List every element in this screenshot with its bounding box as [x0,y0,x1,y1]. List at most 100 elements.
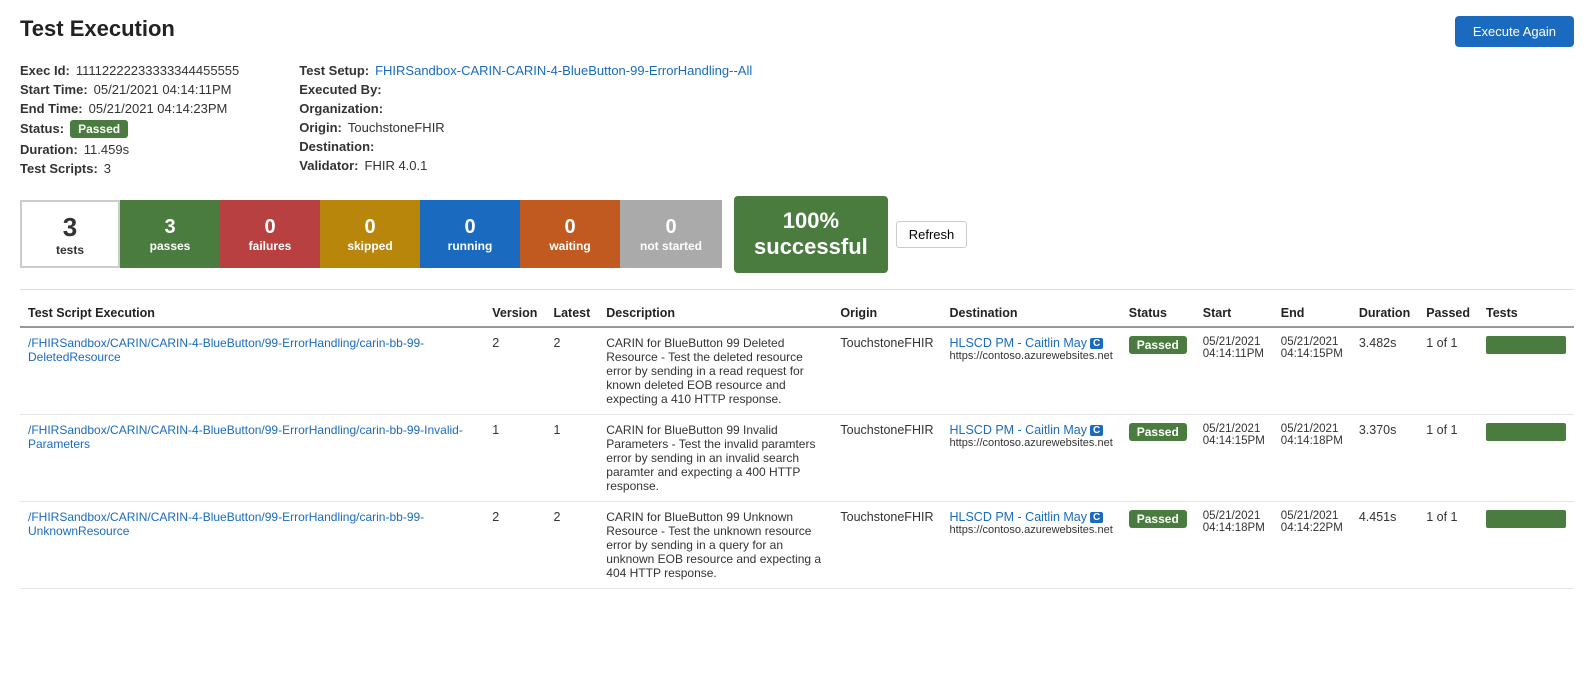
cell-latest: 2 [545,327,598,415]
test-setup-link[interactable]: FHIRSandbox-CARIN-CARIN-4-BlueButton-99-… [375,63,752,78]
progress-bar [1486,336,1566,354]
cell-version: 2 [484,327,545,415]
cell-latest: 2 [545,501,598,588]
passes-label: passes [150,239,191,253]
script-link[interactable]: /FHIRSandbox/CARIN/CARIN-4-BlueButton/99… [28,510,424,538]
test-setup-label: Test Setup: [299,63,369,78]
cell-end: 05/21/2021 04:14:18PM [1273,414,1351,501]
col-origin: Origin [832,300,941,327]
cell-version: 2 [484,501,545,588]
col-version: Version [484,300,545,327]
col-passed: Passed [1418,300,1478,327]
cell-origin: TouchstoneFHIR [832,501,941,588]
cell-tests [1478,327,1574,415]
cell-destination: HLSCD PM - Caitlin MayChttps://contoso.a… [941,501,1120,588]
start-time-value: 05/21/2021 04:14:11PM [94,82,232,97]
cell-start: 05/21/2021 04:14:15PM [1195,414,1273,501]
header-row: Test Execution Execute Again [20,16,1574,47]
table-header-row: Test Script Execution Version Latest Des… [20,300,1574,327]
refresh-button[interactable]: Refresh [896,221,968,248]
stats-bar: 3 tests 3 passes 0 failures 0 skipped 0 … [20,196,1574,273]
results-table: Test Script Execution Version Latest Des… [20,300,1574,589]
cell-description: CARIN for BlueButton 99 Deleted Resource… [598,327,832,415]
running-label: running [448,239,493,253]
cell-version: 1 [484,414,545,501]
cell-latest: 1 [545,414,598,501]
status-badge: Passed [70,120,128,138]
stat-skipped: 0 skipped [320,200,420,268]
cell-origin: TouchstoneFHIR [832,327,941,415]
script-link[interactable]: /FHIRSandbox/CARIN/CARIN-4-BlueButton/99… [28,336,424,364]
cell-duration: 3.370s [1351,414,1418,501]
table-row: /FHIRSandbox/CARIN/CARIN-4-BlueButton/99… [20,501,1574,588]
col-duration: Duration [1351,300,1418,327]
cell-passed: 1 of 1 [1418,414,1478,501]
col-end: End [1273,300,1351,327]
execute-again-button[interactable]: Execute Again [1455,16,1574,47]
organization-row: Organization: [299,101,752,116]
page-container: Test Execution Execute Again Exec Id: 11… [0,0,1594,605]
table-header: Test Script Execution Version Latest Des… [20,300,1574,327]
end-time-value: 05/21/2021 04:14:23PM [89,101,228,116]
meta-left: Exec Id: 11112222233333344455555 Start T… [20,63,239,176]
origin-row: Origin: TouchstoneFHIR [299,120,752,135]
progress-bar [1486,510,1566,528]
origin-value: TouchstoneFHIR [348,120,445,135]
duration-label: Duration: [20,142,78,157]
col-tests: Tests [1478,300,1574,327]
duration-row: Duration: 11.459s [20,142,239,157]
cell-end: 05/21/2021 04:14:22PM [1273,501,1351,588]
progress-bar [1486,423,1566,441]
stat-waiting: 0 waiting [520,200,620,268]
c-badge: C [1090,425,1103,436]
stat-running: 0 running [420,200,520,268]
notstarted-num: 0 [665,216,676,239]
notstarted-label: not started [640,239,702,253]
cell-destination: HLSCD PM - Caitlin MayChttps://contoso.a… [941,414,1120,501]
dest-url: https://contoso.azurewebsites.net [949,350,1112,362]
cell-status: Passed [1121,414,1195,501]
skipped-label: skipped [347,239,392,253]
exec-id-value: 11112222233333344455555 [76,63,239,78]
dest-link[interactable]: HLSCD PM - Caitlin May [949,423,1087,437]
stat-total: 3 tests [20,200,120,268]
validator-value: FHIR 4.0.1 [365,158,428,173]
stat-passes: 3 passes [120,200,220,268]
destination-label: Destination: [299,139,374,154]
failures-label: failures [249,239,292,253]
dest-link[interactable]: HLSCD PM - Caitlin May [949,336,1087,350]
dest-link[interactable]: HLSCD PM - Caitlin May [949,510,1087,524]
passes-num: 3 [164,216,175,239]
exec-id-row: Exec Id: 11112222233333344455555 [20,63,239,78]
start-time-row: Start Time: 05/21/2021 04:14:11PM [20,82,239,97]
c-badge: C [1090,512,1103,523]
cell-status: Passed [1121,501,1195,588]
status-badge: Passed [1129,336,1187,354]
status-label: Status: [20,121,64,136]
col-latest: Latest [545,300,598,327]
dest-url: https://contoso.azurewebsites.net [949,437,1112,449]
exec-id-label: Exec Id: [20,63,70,78]
cell-tests [1478,414,1574,501]
total-label: tests [56,243,84,257]
running-num: 0 [464,216,475,239]
success-percent: 100% [754,208,868,234]
waiting-label: waiting [549,239,590,253]
script-link[interactable]: /FHIRSandbox/CARIN/CARIN-4-BlueButton/99… [28,423,463,451]
status-badge: Passed [1129,510,1187,528]
cell-passed: 1 of 1 [1418,501,1478,588]
cell-destination: HLSCD PM - Caitlin MayChttps://contoso.a… [941,327,1120,415]
organization-label: Organization: [299,101,383,116]
total-num: 3 [63,212,77,243]
cell-end: 05/21/2021 04:14:15PM [1273,327,1351,415]
destination-row: Destination: [299,139,752,154]
col-destination: Destination [941,300,1120,327]
table-body: /FHIRSandbox/CARIN/CARIN-4-BlueButton/99… [20,327,1574,589]
stat-notstarted: 0 not started [620,200,722,268]
cell-tests [1478,501,1574,588]
page-title: Test Execution [20,16,175,42]
status-badge: Passed [1129,423,1187,441]
status-row: Status: Passed [20,120,239,138]
cell-start: 05/21/2021 04:14:11PM [1195,327,1273,415]
col-description: Description [598,300,832,327]
